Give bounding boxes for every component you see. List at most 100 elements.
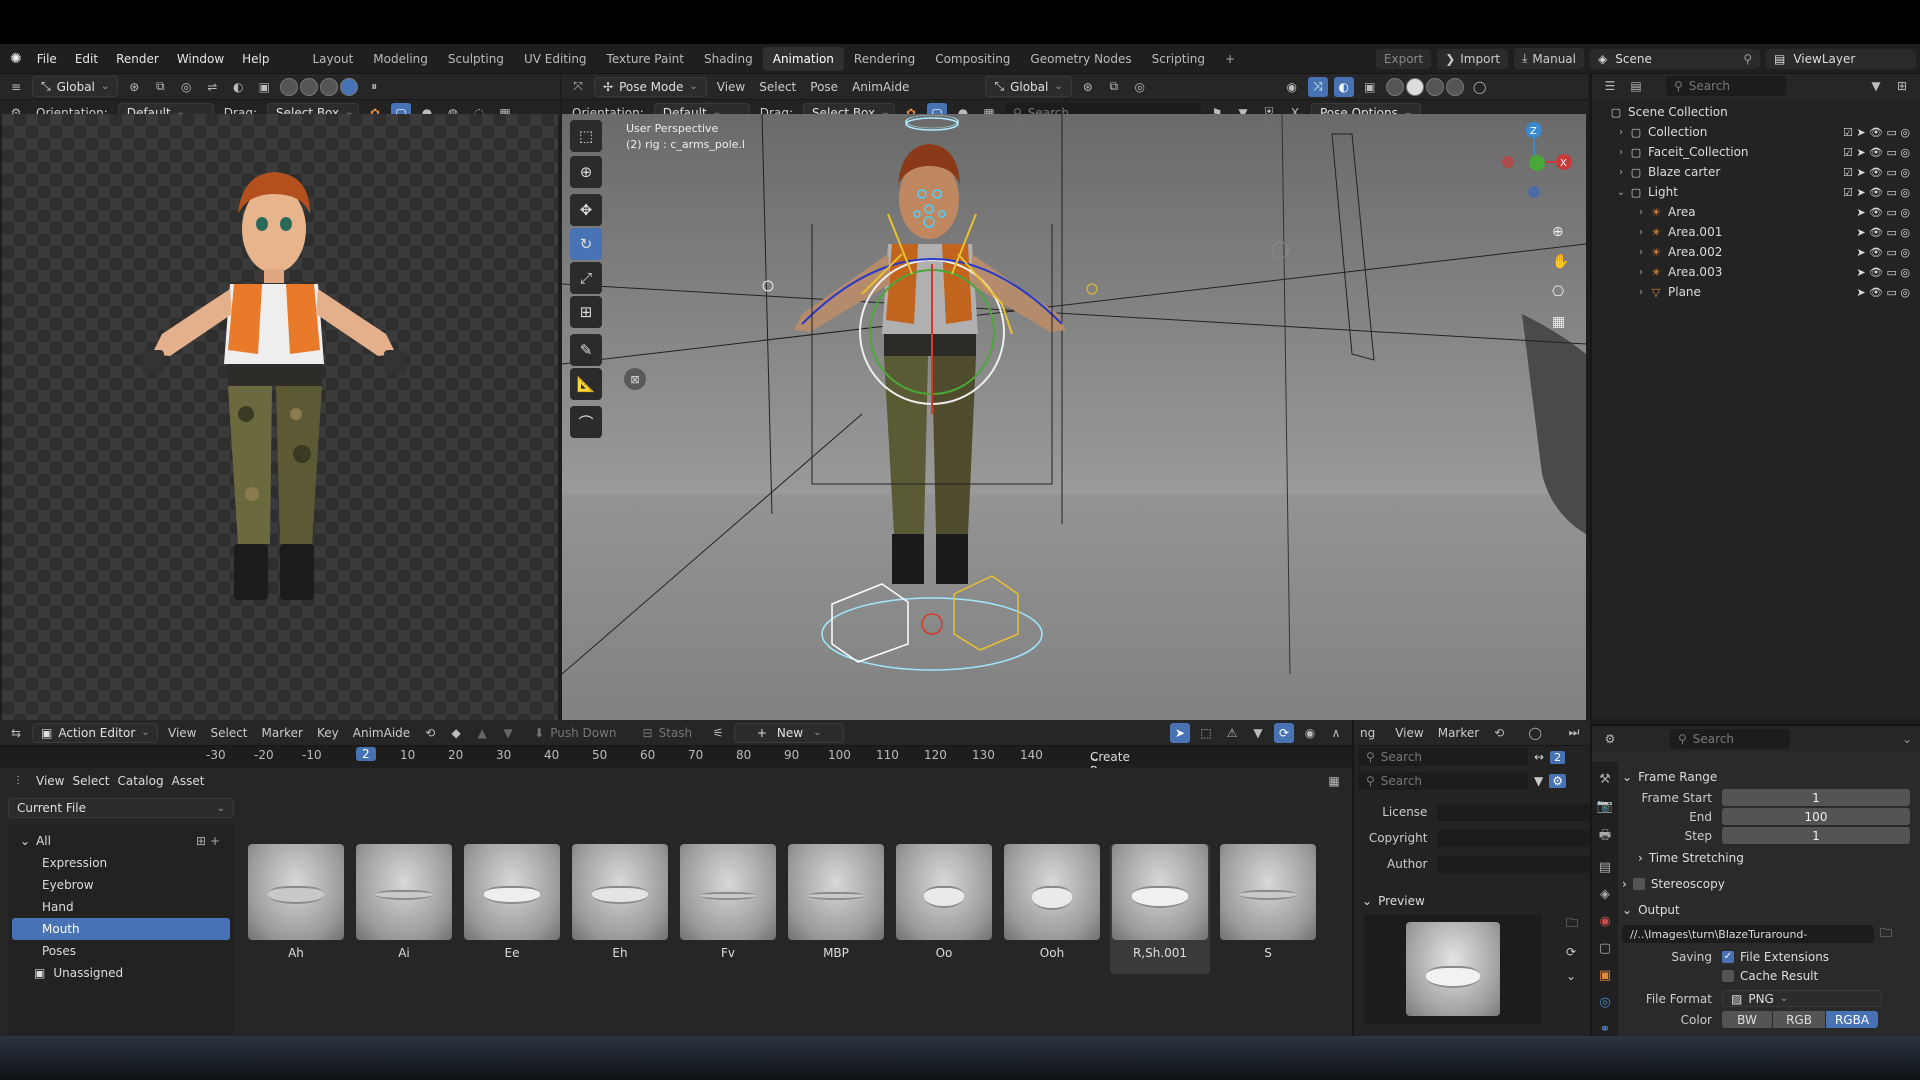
show-hidden-icon[interactable]: ⬚ (1196, 723, 1216, 743)
3d-viewport[interactable]: User Perspective (2) rig : c_arms_pole.l… (562, 114, 1586, 744)
output-tab-icon[interactable]: 🖶 (1599, 826, 1611, 848)
action-browse-icon[interactable]: ⚟ (708, 723, 728, 743)
file-extensions-checkbox[interactable]: ✓ (1722, 950, 1734, 963)
color-bw-button[interactable]: BW (1722, 1011, 1772, 1028)
editor-type-icon[interactable]: ⤧ (568, 77, 588, 97)
asset-item[interactable]: Fv (678, 844, 778, 974)
filter-icon[interactable]: ▼ (1248, 723, 1268, 743)
pivot-icon[interactable]: ⊛ (1078, 77, 1098, 97)
proportional-icon[interactable]: ◎ (176, 77, 196, 97)
mode-dropdown[interactable]: ✢ Pose Mode (594, 76, 707, 97)
new-action-button[interactable]: + New (734, 722, 845, 743)
new-collection-icon[interactable]: ⊞ (1892, 76, 1912, 96)
asset-item[interactable]: Eh (570, 844, 670, 974)
select-box-tool[interactable]: ⬚ (570, 120, 602, 152)
ae-menu-view[interactable]: View (164, 726, 200, 740)
ae-menu-select[interactable]: Select (206, 726, 251, 740)
push-down-button[interactable]: ⬇ Push Down (524, 726, 626, 740)
output-path-input[interactable]: //..\Images\turn\BlazeTuraround- (1622, 925, 1874, 943)
ae-menu-animaide[interactable]: AnimAide (349, 726, 414, 740)
outliner-item-plane[interactable]: › ▽ Plane ➤ 👁 ▭ ◎ (1592, 282, 1920, 302)
tab-animation[interactable]: Animation (762, 46, 844, 71)
camera-view-icon[interactable]: ⎔ (1552, 284, 1564, 300)
sp-menu-marker[interactable]: Marker (1434, 726, 1483, 740)
tab-modeling[interactable]: Modeling (363, 47, 438, 71)
sync-icon[interactable]: ⟲ (1489, 723, 1509, 743)
dopesheet-editor-icon[interactable]: ⇆ (6, 723, 26, 743)
copyright-field[interactable] (1437, 829, 1590, 847)
sp-menu-view[interactable]: View (1391, 726, 1427, 740)
expand-icon[interactable]: › (1614, 167, 1628, 178)
expand-icon[interactable]: › (1634, 247, 1648, 258)
ab-menu-asset[interactable]: Asset (172, 774, 205, 788)
settings-gear-icon[interactable]: ⚙ (1549, 774, 1566, 788)
current-frame-indicator[interactable]: 2 (356, 747, 376, 761)
editor-menu-icon[interactable]: ≡ (6, 77, 26, 97)
shading-modes[interactable] (280, 77, 359, 96)
physics-tab-icon[interactable]: ◎ (1599, 995, 1610, 1010)
asset-item[interactable]: Oo (894, 844, 994, 974)
outliner-item-area-001[interactable]: › ☀ Area.001 ➤ 👁 ▭ ◎ (1592, 222, 1920, 242)
snap-icon[interactable]: ⧉ (1104, 77, 1124, 97)
only-selected-icon[interactable]: ➤ (1170, 722, 1190, 743)
chevron-down-icon[interactable]: ⌄ (1566, 969, 1578, 983)
rotate-tool[interactable]: ↻ (570, 228, 602, 260)
folder-icon[interactable]: 🗀 (1880, 924, 1892, 945)
refresh-icon[interactable]: ⟳ (1566, 945, 1578, 959)
tab-scripting[interactable]: Scripting (1142, 47, 1215, 71)
menu-render[interactable]: Render (107, 52, 168, 66)
timeline-ruler[interactable]: -30 -20 -10 2 10 20 30 40 50 60 70 80 90… (0, 746, 1352, 792)
file-format-dropdown[interactable]: ▨ PNG (1722, 990, 1882, 1007)
catalog-mouth[interactable]: Mouth (12, 918, 230, 940)
frame-start-field[interactable]: 1 (1722, 789, 1910, 806)
menu-window[interactable]: Window (168, 52, 233, 66)
xray-icon[interactable]: ▣ (254, 77, 274, 97)
tab-uv-editing[interactable]: UV Editing (514, 47, 597, 71)
pivot-icon[interactable]: ⊛ (124, 77, 144, 97)
viewport-menu-view[interactable]: View (713, 80, 749, 94)
menu-file[interactable]: File (28, 52, 66, 66)
row-toggles[interactable]: ☑ ➤ 👁 ▭ ◎ (1843, 126, 1910, 139)
outliner-item-area-003[interactable]: › ☀ Area.003 ➤ 👁 ▭ ◎ (1592, 262, 1920, 282)
down-icon[interactable]: ▼ (498, 723, 518, 743)
row-toggles[interactable]: ➤ 👁 ▭ ◎ (1856, 246, 1910, 259)
outliner-root[interactable]: ▢ Scene Collection (1592, 102, 1920, 122)
collapse-icon[interactable]: ⌄ (1614, 187, 1628, 198)
catalog-unassigned[interactable]: ▣ Unassigned (8, 962, 234, 984)
scene-selector[interactable]: ◈ Scene ⚲ (1590, 48, 1760, 69)
side-panel-tab-fragment[interactable]: ng (1360, 726, 1375, 740)
measure-tool[interactable]: 📐 (570, 368, 602, 400)
scene-tab-icon[interactable]: ◈ (1600, 887, 1610, 902)
catalog-expression[interactable]: Expression (8, 852, 234, 874)
add-workspace-icon[interactable]: + (1215, 47, 1245, 71)
row-toggles[interactable]: ☑ ➤ 👁 ▭ ◎ (1843, 186, 1910, 199)
tab-geometry-nodes[interactable]: Geometry Nodes (1020, 47, 1141, 71)
pan-hand-icon[interactable]: ✋ (1552, 254, 1569, 270)
tool-tab-icon[interactable]: ⚒ (1599, 772, 1611, 787)
outliner-editor-icon[interactable]: ☰ (1600, 76, 1620, 96)
author-field[interactable] (1437, 855, 1590, 873)
ab-menu-select[interactable]: Select (72, 774, 109, 788)
tab-texture-paint[interactable]: Texture Paint (597, 47, 694, 71)
expand-icon[interactable]: › (1614, 147, 1628, 158)
filter-icon[interactable]: ▼ (1534, 774, 1543, 788)
stereoscopy-header[interactable]: › Stereoscopy (1622, 871, 1920, 897)
viewport-menu-select[interactable]: Select (755, 80, 800, 94)
outliner-item-faceit-collection[interactable]: › ▢ Faceit_Collection ☑ ➤ 👁 ▭ ◎ (1592, 142, 1920, 162)
outliner-item-area-002[interactable]: › ☀ Area.002 ➤ 👁 ▭ ◎ (1592, 242, 1920, 262)
viewport-menu-pose[interactable]: Pose (806, 80, 842, 94)
collection-tab-icon[interactable]: ▢ (1599, 941, 1611, 956)
color-rgba-button[interactable]: RGBA (1826, 1011, 1878, 1028)
side-search-input-1[interactable]: ⚲ Search (1358, 748, 1528, 766)
menu-edit[interactable]: Edit (66, 52, 107, 66)
tab-layout[interactable]: Layout (303, 47, 364, 71)
action-editor-mode-dropdown[interactable]: ▣ Action Editor (32, 722, 158, 743)
asset-item[interactable]: Ee (462, 844, 562, 974)
properties-editor-icon[interactable]: ⚙ (1600, 729, 1620, 749)
outliner-item-area[interactable]: › ☀ Area ➤ 👁 ▭ ◎ (1592, 202, 1920, 222)
render-tab-icon[interactable]: 📷 (1597, 799, 1613, 814)
only-errors-icon[interactable]: ⚠ (1222, 723, 1242, 743)
frame-step-field[interactable]: 1 (1722, 827, 1910, 844)
expand-icon[interactable]: › (1634, 267, 1648, 278)
mirror-icon[interactable]: ⇌ (202, 77, 222, 97)
